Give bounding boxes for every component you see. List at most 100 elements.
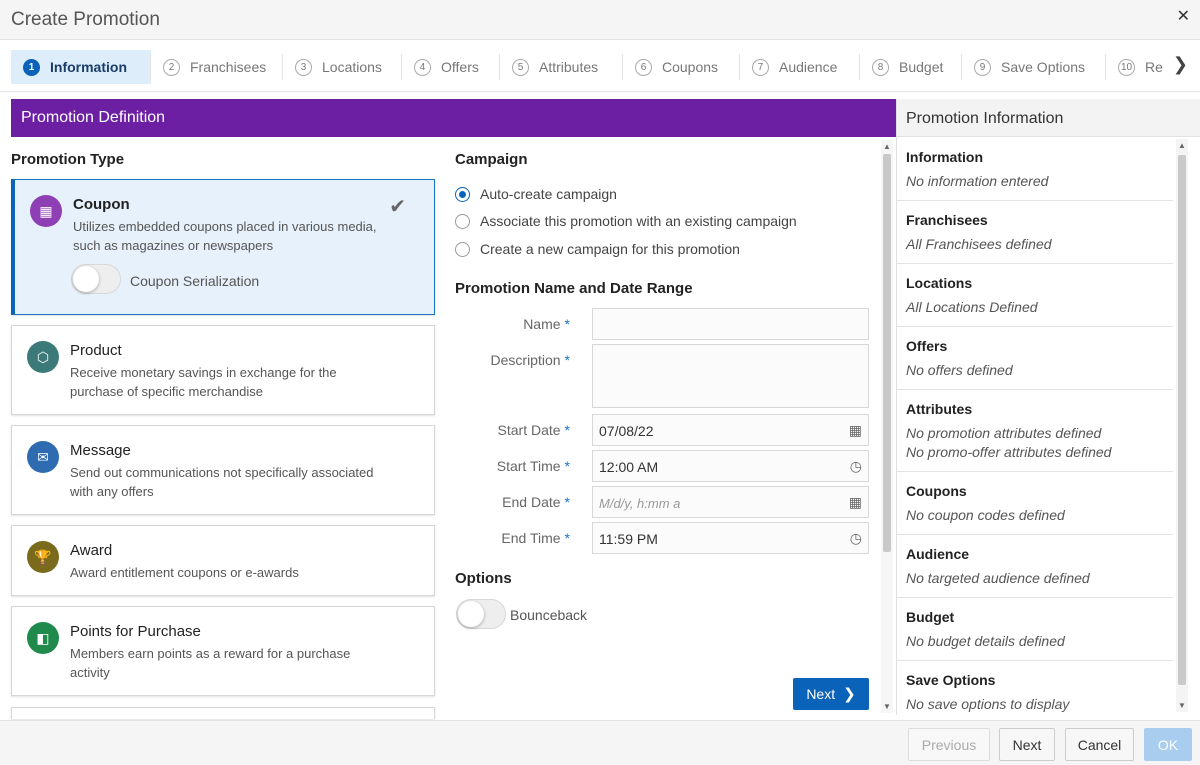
step-number: 4 — [414, 58, 431, 76]
product-box-icon: ⬡ — [27, 341, 59, 373]
start-date-label: Start Date * — [497, 422, 570, 438]
step-number: 6 — [635, 58, 652, 76]
info-scrollbar-thumb[interactable] — [1178, 155, 1186, 685]
previous-button[interactable]: Previous — [908, 728, 990, 761]
promotion-type-card-award[interactable]: 🏆 Award Award entitlement coupons or e-awa… — [11, 525, 435, 596]
bounceback-toggle[interactable] — [456, 599, 506, 629]
scroll-up-icon[interactable]: ▲ — [1176, 141, 1188, 150]
clock-icon[interactable]: ◷ — [850, 458, 862, 475]
promotion-type-card-points-for-purchase[interactable]: ◧ Points for Purchase Members earn points … — [11, 606, 435, 696]
end-date-input[interactable]: M/d/y, h:mm a ▦ — [592, 486, 869, 518]
step-label: Locations — [322, 59, 382, 75]
info-section-budget: Budget No budget details defined — [897, 598, 1173, 661]
info-section-value: No promo-offer attributes defined — [906, 444, 1112, 460]
start-date-input[interactable]: 07/08/22 ▦ — [592, 414, 869, 446]
promotion-information-panel: Promotion Information Information No info… — [896, 99, 1200, 724]
step-coupons[interactable]: 6 Coupons — [623, 50, 729, 84]
info-section-value: All Locations Defined — [906, 299, 1038, 315]
info-section-attributes: Attributes No promotion attributes define… — [897, 390, 1173, 472]
info-section-value: No budget details defined — [906, 633, 1065, 649]
coupon-serialization-label: Coupon Serialization — [130, 273, 260, 289]
clock-icon[interactable]: ◷ — [850, 530, 862, 547]
step-label: Save Options — [1001, 59, 1086, 75]
end-time-input[interactable]: 11:59 PM ◷ — [592, 522, 869, 554]
start-time-input[interactable]: 12:00 AM ◷ — [592, 450, 869, 482]
step-budget[interactable]: 8 Budget — [860, 50, 952, 84]
step-label: Coupons — [662, 59, 719, 75]
close-icon[interactable]: ✕ — [1177, 6, 1190, 26]
step-information[interactable]: 1 Information — [11, 50, 151, 84]
promotion-type-card-product[interactable]: ⬡ Product Receive monetary savings in exch… — [11, 325, 435, 415]
info-section-value: No coupon codes defined — [906, 507, 1065, 523]
info-section-title: Franchisees — [906, 212, 988, 228]
scroll-up-icon[interactable]: ▲ — [881, 142, 893, 151]
info-section-offers: Offers No offers defined — [897, 327, 1173, 390]
step-divider — [859, 54, 860, 80]
step-divider — [961, 54, 962, 80]
step-divider — [739, 54, 740, 80]
stepper-scroll-right-icon[interactable]: ❯ — [1173, 54, 1188, 75]
step-re[interactable]: 10 Re — [1106, 50, 1166, 84]
cancel-button[interactable]: Cancel — [1065, 728, 1134, 761]
form-next-label: Next — [806, 686, 836, 702]
dialog-title: Create Promotion — [11, 9, 160, 30]
info-section-information: Information No information entered — [897, 138, 1173, 201]
info-section-franchisees: Franchisees All Franchisees defined — [897, 201, 1173, 264]
step-offers[interactable]: 4 Offers — [402, 50, 490, 84]
end-time-value: 11:59 PM — [599, 531, 658, 547]
radio-label: Auto-create campaign — [480, 186, 617, 202]
campaign-option-1[interactable]: Auto-create campaign — [455, 186, 617, 202]
chevron-right-icon: ❯ — [843, 686, 856, 703]
ok-button[interactable]: OK — [1144, 728, 1192, 761]
promotion-type-card-partial[interactable] — [11, 707, 435, 719]
step-number: 2 — [163, 58, 180, 76]
info-section-title: Budget — [906, 609, 955, 625]
step-attributes[interactable]: 5 Attributes — [500, 50, 612, 84]
info-section-value: No promotion attributes defined — [906, 425, 1102, 441]
scroll-down-icon[interactable]: ▼ — [1176, 701, 1188, 710]
form-scrollbar-thumb[interactable] — [883, 154, 891, 552]
step-save-options[interactable]: 9 Save Options — [962, 50, 1094, 84]
card-title: Message — [70, 442, 131, 459]
end-date-placeholder: M/d/y, h:mm a — [599, 496, 681, 511]
step-label: Information — [50, 59, 127, 75]
step-locations[interactable]: 3 Locations — [283, 50, 393, 84]
step-divider — [282, 54, 283, 80]
info-section-title: Locations — [906, 275, 973, 291]
points-icon: ◧ — [27, 622, 59, 654]
trophy-icon: 🏆 — [27, 541, 59, 573]
description-textarea[interactable] — [592, 344, 869, 408]
end-date-label: End Date * — [502, 494, 570, 510]
step-audience[interactable]: 7 Audience — [740, 50, 850, 84]
calendar-icon[interactable]: ▦ — [849, 494, 862, 511]
promotion-type-title: Promotion Type — [11, 151, 125, 168]
calendar-icon[interactable]: ▦ — [849, 422, 862, 439]
promotion-information-title: Promotion Information — [897, 99, 1200, 137]
info-section-title: Audience — [906, 546, 970, 562]
name-input[interactable] — [592, 308, 869, 340]
campaign-option-3[interactable]: Create a new campaign for this promotion — [455, 241, 740, 257]
step-divider — [499, 54, 500, 80]
radio-button[interactable] — [455, 186, 470, 202]
promotion-type-card-message[interactable]: ✉ Message Send out communications not spec… — [11, 425, 435, 515]
info-scrollbar[interactable]: ▲ ▼ — [1176, 139, 1188, 712]
checkmark-icon: ✔ — [389, 196, 406, 218]
scroll-down-icon[interactable]: ▼ — [881, 702, 893, 711]
info-section-value: No targeted audience defined — [906, 570, 1090, 586]
step-divider — [150, 54, 151, 80]
coupon-serialization-toggle[interactable] — [71, 264, 121, 294]
next-button[interactable]: Next — [999, 728, 1055, 761]
radio-button[interactable] — [455, 241, 470, 257]
envelope-icon: ✉ — [27, 441, 59, 473]
description-label: Description * — [490, 352, 570, 368]
campaign-title: Campaign — [455, 151, 528, 168]
form-next-button[interactable]: Next ❯ — [793, 678, 869, 710]
step-franchisees[interactable]: 2 Franchisees — [151, 50, 273, 84]
form-scrollbar[interactable]: ▲ ▼ — [881, 140, 893, 713]
promotion-type-card-coupon[interactable]: ▦ Coupon Utilizes embedded coupons placed … — [11, 179, 435, 315]
info-section-value: All Franchisees defined — [906, 236, 1052, 252]
radio-button[interactable] — [455, 213, 470, 229]
campaign-option-2[interactable]: Associate this promotion with an existin… — [455, 213, 797, 229]
toggle-knob — [73, 266, 99, 292]
step-label: Franchisees — [190, 59, 267, 75]
